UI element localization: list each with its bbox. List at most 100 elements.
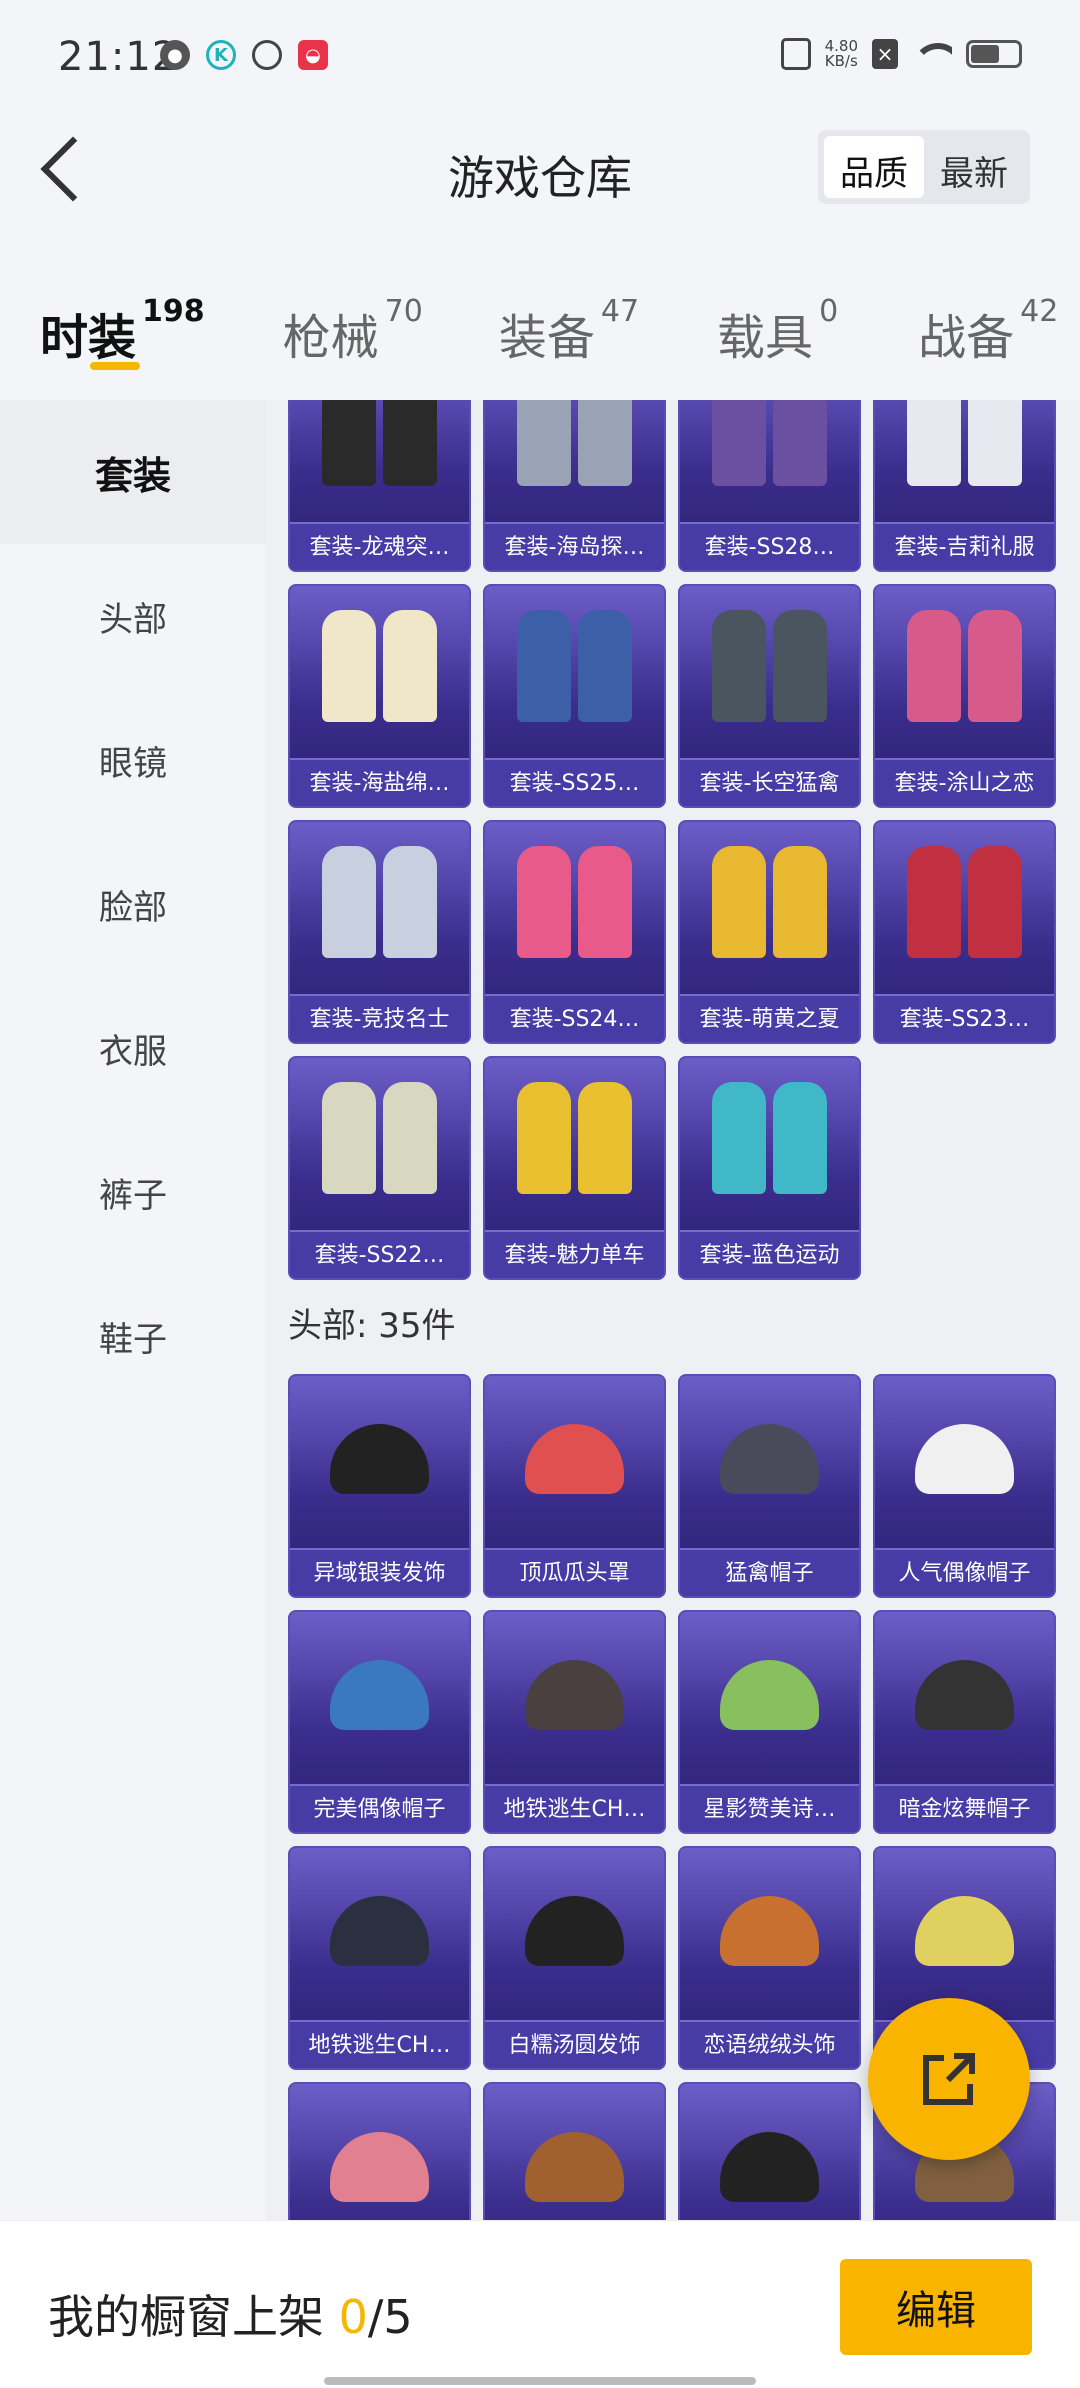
suit-item-label: 套装-海盐绵… xyxy=(290,758,469,806)
suit-item-label: 套装-SS23… xyxy=(875,994,1054,1042)
sidebar-item-pants[interactable]: 裤子 xyxy=(0,1120,266,1264)
sidebar-item-clothes[interactable]: 衣服 xyxy=(0,976,266,1120)
head-item-card[interactable]: 白糯汤圆发饰 xyxy=(483,1846,666,2070)
head-item-card[interactable]: 人气偶像帽子 xyxy=(873,1374,1056,1598)
suit-item-label: 套装-龙魂突… xyxy=(290,522,469,570)
head-item-card[interactable] xyxy=(288,2082,471,2220)
head-item-card[interactable]: 恋语绒绒头饰 xyxy=(678,1846,861,2070)
showcase-status: 我的橱窗上架 0/5 xyxy=(48,2290,413,2344)
suit-item-image xyxy=(700,1076,839,1220)
head-item-image xyxy=(505,1866,644,2010)
head-item-card[interactable]: 完美偶像帽子 xyxy=(288,1610,471,1834)
head-item-card[interactable]: 暗金炫舞帽子 xyxy=(873,1610,1056,1834)
header: 游戏仓库 品质 最新 xyxy=(0,100,1080,260)
suit-item-label: 套装-竞技名士 xyxy=(290,994,469,1042)
head-item-image xyxy=(895,1630,1034,1774)
suit-item-card[interactable]: 套装-蓝色运动 xyxy=(678,1056,861,1280)
suit-item-card[interactable]: 套装-涂山之恋 xyxy=(873,584,1056,808)
suit-item-image xyxy=(310,400,449,512)
head-item-label: 人气偶像帽子 xyxy=(875,1548,1054,1596)
suit-item-card[interactable]: 套装-海盐绵… xyxy=(288,584,471,808)
suit-item-card[interactable]: 套装-SS25… xyxy=(483,584,666,808)
head-item-image xyxy=(505,1394,644,1538)
suit-item-card[interactable]: 套装-萌黄之夏 xyxy=(678,820,861,1044)
head-item-card[interactable]: 地铁逃生CH… xyxy=(483,1610,666,1834)
red-app-icon: ◒ xyxy=(298,40,328,70)
suit-item-card[interactable]: 套装-长空猛禽 xyxy=(678,584,861,808)
suit-item-image xyxy=(895,400,1034,512)
edit-button[interactable]: 编辑 xyxy=(840,2259,1032,2355)
net-speed: 4.80 KB/s xyxy=(824,37,858,70)
suit-item-label: 套装-蓝色运动 xyxy=(680,1230,859,1278)
suit-item-card[interactable]: 套装-SS22… xyxy=(288,1056,471,1280)
suit-item-image xyxy=(505,604,644,748)
suit-item-image xyxy=(700,400,839,512)
head-item-card[interactable]: 地铁逃生CH… xyxy=(288,1846,471,2070)
head-item-card[interactable] xyxy=(678,2082,861,2220)
head-item-image xyxy=(310,1630,449,1774)
head-item-image xyxy=(700,1394,839,1538)
k-app-icon: K xyxy=(206,40,236,70)
suit-item-image xyxy=(310,604,449,748)
head-item-image xyxy=(700,1630,839,1774)
tab-weapons[interactable]: 枪械 70 xyxy=(283,260,423,400)
active-tab-indicator xyxy=(90,362,140,370)
bottom-bar: 我的橱窗上架 0/5 编辑 xyxy=(0,2220,1080,2388)
suit-item-card[interactable]: 套装-竞技名士 xyxy=(288,820,471,1044)
sidebar-item-glasses[interactable]: 眼镜 xyxy=(0,688,266,832)
vibrate-icon xyxy=(780,38,811,70)
suit-grid: 套装-龙魂突… 套装-海岛探… 套装-SS28… 套装-吉莉礼服套装-海盐绵… 套装-S… xyxy=(288,400,1056,1280)
head-item-card[interactable]: 异域银装发饰 xyxy=(288,1374,471,1598)
head-item-label: 顶瓜瓜头罩 xyxy=(485,1548,664,1596)
suit-item-label: 套装-海岛探… xyxy=(485,522,664,570)
suit-item-card[interactable]: 套装-龙魂突… xyxy=(288,400,471,572)
battery-icon xyxy=(966,40,1022,68)
suit-item-label: 套装-魅力单车 xyxy=(485,1230,664,1278)
sort-newest-option[interactable]: 最新 xyxy=(924,136,1024,198)
suit-item-card[interactable]: 套装-SS23… xyxy=(873,820,1056,1044)
status-bar: 21:12 ● K ◒ 4.80 KB/s × xyxy=(0,0,1080,100)
suit-item-label: 套装-长空猛禽 xyxy=(680,758,859,806)
head-item-card[interactable]: 顶瓜瓜头罩 xyxy=(483,1374,666,1598)
head-section-title: 头部: 35件 xyxy=(288,1306,456,1346)
tab-supplies[interactable]: 战备 42 xyxy=(918,260,1058,400)
tab-fashion[interactable]: 时装 198 xyxy=(40,260,205,400)
home-indicator[interactable] xyxy=(324,2377,756,2385)
leaf-app-icon xyxy=(252,40,282,70)
share-icon xyxy=(923,2053,975,2105)
head-item-image xyxy=(505,2102,644,2220)
suit-item-image xyxy=(505,400,644,512)
suit-item-card[interactable]: 套装-SS24… xyxy=(483,820,666,1044)
item-content: 套装-龙魂突… 套装-海岛探… 套装-SS28… 套装-吉莉礼服套装-海盐绵… 套装-S… xyxy=(266,400,1080,2220)
suit-item-card[interactable]: 套装-SS28… xyxy=(678,400,861,572)
category-tabs: 时装 198 枪械 70 装备 47 载具 0 战备 42 xyxy=(0,260,1080,400)
head-item-image xyxy=(310,1866,449,2010)
suit-item-card[interactable]: 套装-吉莉礼服 xyxy=(873,400,1056,572)
no-sim-icon: × xyxy=(872,39,898,69)
system-icons: 4.80 KB/s × xyxy=(780,37,1022,70)
suit-item-label: 套装-涂山之恋 xyxy=(875,758,1054,806)
head-item-card[interactable]: 星影赞美诗… xyxy=(678,1610,861,1834)
sidebar-item-shoes[interactable]: 鞋子 xyxy=(0,1264,266,1408)
head-item-card[interactable] xyxy=(483,2082,666,2220)
suit-item-label: 套装-SS28… xyxy=(680,522,859,570)
suit-item-image xyxy=(310,840,449,984)
suit-item-card[interactable]: 套装-魅力单车 xyxy=(483,1056,666,1280)
head-item-label: 完美偶像帽子 xyxy=(290,1784,469,1832)
share-fab-button[interactable] xyxy=(868,1998,1030,2160)
suit-item-image xyxy=(310,1076,449,1220)
sort-quality-option[interactable]: 品质 xyxy=(824,136,924,198)
tab-equipment[interactable]: 装备 47 xyxy=(499,260,639,400)
suit-item-label: 套装-SS24… xyxy=(485,994,664,1042)
head-item-label: 地铁逃生CH… xyxy=(485,1784,664,1832)
wechat-icon: ● xyxy=(160,40,190,70)
suit-item-card[interactable]: 套装-海岛探… xyxy=(483,400,666,572)
sidebar-item-suits[interactable]: 套装 xyxy=(0,400,266,544)
head-item-card[interactable]: 猛禽帽子 xyxy=(678,1374,861,1598)
sidebar-item-head[interactable]: 头部 xyxy=(0,544,266,688)
head-item-label: 白糯汤圆发饰 xyxy=(485,2020,664,2068)
sidebar-item-face[interactable]: 脸部 xyxy=(0,832,266,976)
suit-item-label: 套装-SS22… xyxy=(290,1230,469,1278)
tab-vehicles[interactable]: 载具 0 xyxy=(717,260,838,400)
head-item-image xyxy=(895,1866,1034,2010)
